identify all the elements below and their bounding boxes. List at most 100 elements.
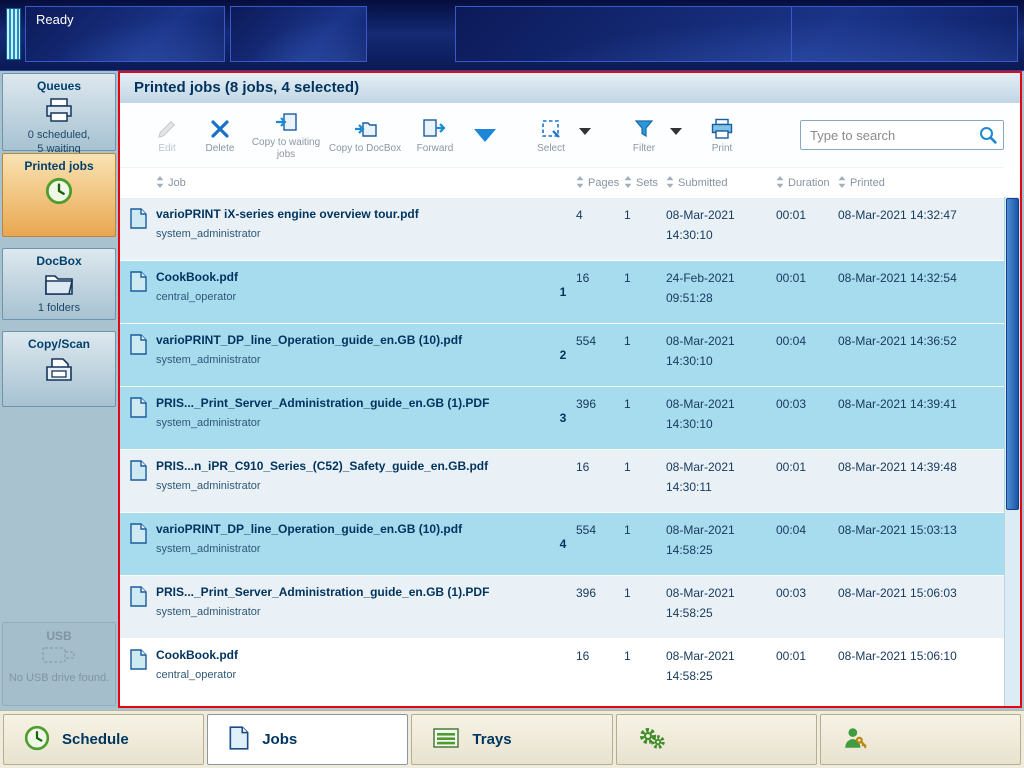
job-duration: 00:04 (776, 523, 807, 537)
tab-trays[interactable]: Trays (411, 714, 613, 765)
usb-status-text: No USB drive found. (8, 672, 110, 684)
job-printed: 08-Mar-2021 14:32:54 (838, 271, 957, 285)
print-button[interactable]: Print (698, 116, 746, 155)
usb-label: USB (46, 629, 72, 643)
column-header-pages[interactable]: Pages (576, 175, 624, 191)
copy-to-waiting-label: Copy to waiting jobs (251, 137, 321, 160)
panel-title: Printed jobs (8 jobs, 4 selected) (120, 73, 1020, 103)
tab-operator[interactable] (819, 714, 1022, 765)
job-document-icon (120, 639, 156, 701)
job-name-cell: CookBook.pdf central_operator (156, 639, 550, 701)
job-owner: system_administrator (156, 417, 261, 429)
job-name-cell: CookBook.pdf central_operator (156, 261, 550, 323)
main-content: Queues 0 scheduled, 5 waiting Printed jo… (0, 71, 1024, 710)
job-printed: 08-Mar-2021 15:06:03 (838, 586, 957, 600)
job-row[interactable]: PRIS..._Print_Server_Administration_guid… (120, 576, 1004, 639)
search-input[interactable] (800, 120, 1004, 150)
tab-system[interactable] (615, 714, 817, 765)
job-submitted-cell: 08-Mar-2021 14:30:11 (666, 450, 776, 512)
edit-button[interactable]: Edit (142, 116, 192, 155)
selection-order-badge: 3 (559, 411, 567, 425)
sidebar-item-queues[interactable]: Queues 0 scheduled, 5 waiting (2, 73, 116, 155)
job-submitted-cell: 08-Mar-2021 14:30:10 (666, 387, 776, 449)
job-submitted-cell: 08-Mar-2021 14:30:10 (666, 198, 776, 260)
column-header-job[interactable]: Job (156, 175, 550, 191)
job-name-cell: varioPRINT_DP_line_Operation_guide_en.GB… (156, 324, 550, 386)
job-name: varioPRINT_DP_line_Operation_guide_en.GB… (156, 522, 463, 536)
job-document-icon (120, 450, 156, 512)
jobs-toolbar: Edit Delete Copy to waiting jobs Copy to… (120, 103, 1020, 167)
forward-button[interactable]: Forward (406, 116, 464, 155)
search-icon[interactable] (978, 125, 998, 150)
delete-x-icon (209, 116, 231, 140)
job-row[interactable]: PRIS...n_iPR_C910_Series_(C52)_Safety_gu… (120, 450, 1004, 513)
tab-schedule[interactable]: Schedule (3, 714, 205, 765)
selection-order-badge (550, 639, 576, 701)
sidebar-item-copy-scan[interactable]: Copy/Scan (2, 331, 116, 407)
job-sets: 1 (624, 460, 631, 474)
job-sets: 1 (624, 271, 631, 285)
printer-status-text: Ready (36, 12, 74, 27)
column-header-printed[interactable]: Printed (838, 175, 1004, 191)
print-label: Print (711, 142, 733, 154)
column-header-submitted[interactable]: Submitted (666, 175, 776, 191)
tab-jobs[interactable]: Jobs (207, 714, 409, 765)
toolbar-dropdown-button[interactable] (474, 128, 496, 142)
search-box (800, 120, 1004, 150)
usb-drive-icon (41, 643, 77, 670)
selection-order-badge: 4 (559, 537, 567, 551)
select-label: Select (537, 142, 565, 154)
filter-dropdown-arrow[interactable] (670, 127, 682, 135)
sort-icon (576, 175, 584, 191)
job-owner: central_operator (156, 291, 237, 303)
job-submitted-date: 08-Mar-2021 (666, 334, 735, 348)
job-submitted-time: 14:30:11 (666, 480, 712, 494)
column-header-sets[interactable]: Sets (624, 175, 666, 191)
job-printed: 08-Mar-2021 14:39:48 (838, 460, 957, 474)
selection-order-badge: 1 (559, 285, 567, 299)
job-owner: system_administrator (156, 606, 261, 618)
job-sets: 1 (624, 586, 631, 600)
select-button[interactable]: Select (526, 116, 576, 155)
copy-to-waiting-jobs-button[interactable]: Copy to waiting jobs (248, 110, 324, 160)
sidebar-item-printed-jobs[interactable]: Printed jobs (2, 153, 116, 237)
job-row[interactable]: PRIS..._Print_Server_Administration_guid… (120, 387, 1004, 450)
job-document-icon (120, 513, 156, 575)
column-header-duration[interactable]: Duration (776, 175, 838, 191)
sort-icon (776, 175, 784, 191)
job-row[interactable]: varioPRINT iX-series engine overview tou… (120, 198, 1004, 261)
job-row[interactable]: CookBook.pdf central_operator 1 16 1 24-… (120, 261, 1004, 324)
copier-icon (43, 355, 75, 388)
delete-button[interactable]: Delete (192, 116, 248, 155)
job-duration: 00:03 (776, 586, 807, 600)
copy-to-docbox-icon (353, 116, 377, 140)
sidebar-item-docbox[interactable]: DocBox 1 folders (2, 248, 116, 320)
folder-icon (44, 272, 74, 299)
copy-to-docbox-label: Copy to DocBox (328, 142, 402, 154)
job-document-icon (120, 576, 156, 638)
forward-label: Forward (416, 142, 454, 154)
job-owner: system_administrator (156, 354, 261, 366)
select-dropdown-arrow[interactable] (579, 127, 591, 135)
job-submitted-date: 24-Feb-2021 (666, 271, 735, 285)
job-name: varioPRINT_DP_line_Operation_guide_en.GB… (156, 333, 463, 347)
job-printed: 08-Mar-2021 15:03:13 (838, 523, 957, 537)
select-marquee-icon (540, 116, 562, 140)
select-button-group: Select (526, 116, 591, 155)
job-row[interactable]: CookBook.pdf central_operator 16 1 08-Ma… (120, 639, 1004, 702)
filter-button[interactable]: Filter (621, 116, 667, 155)
job-row[interactable]: varioPRINT_DP_line_Operation_guide_en.GB… (120, 324, 1004, 387)
job-submitted-time: 14:58:25 (666, 543, 713, 557)
job-sets: 1 (624, 523, 631, 537)
table-scrollbar[interactable] (1004, 197, 1020, 706)
job-sets: 1 (624, 397, 631, 411)
scrollbar-thumb[interactable] (1006, 198, 1019, 511)
job-submitted-time: 14:30:10 (666, 417, 713, 431)
copy-to-docbox-button[interactable]: Copy to DocBox (324, 116, 406, 155)
pencil-icon (156, 116, 178, 140)
job-submitted-time: 14:58:25 (666, 606, 713, 620)
job-submitted-time: 14:58:25 (666, 669, 713, 683)
job-submitted-date: 08-Mar-2021 (666, 649, 735, 663)
job-pages: 396 (576, 397, 597, 411)
job-row[interactable]: varioPRINT_DP_line_Operation_guide_en.GB… (120, 513, 1004, 576)
